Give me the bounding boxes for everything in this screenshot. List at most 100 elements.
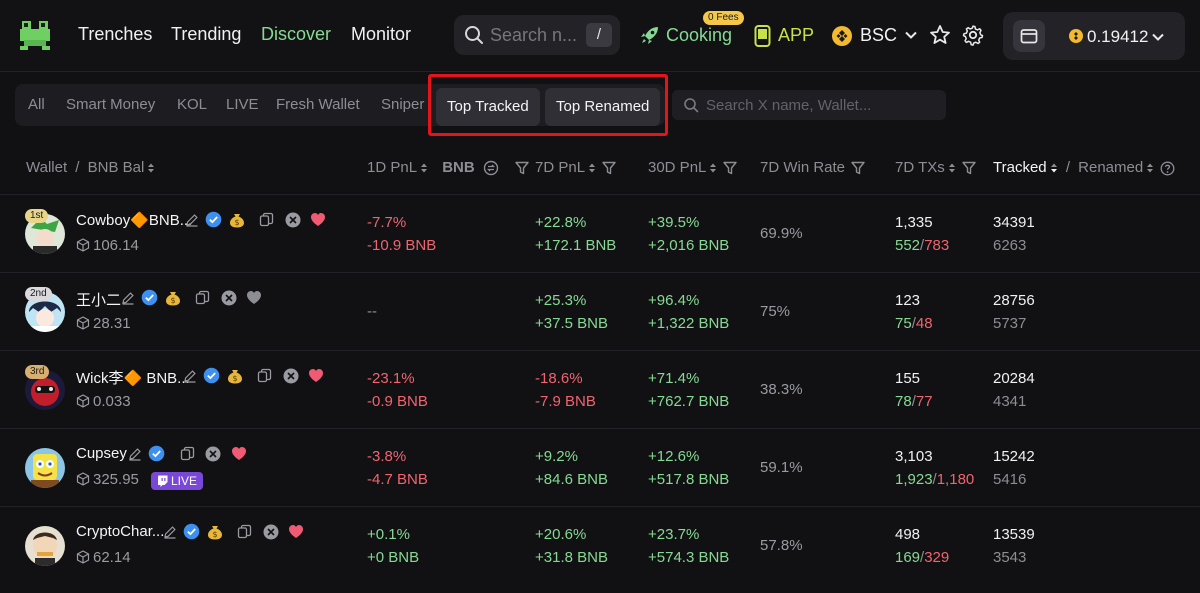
wallet-search[interactable] [672, 90, 946, 120]
col-tracked-renamed[interactable]: Tracked / Renamed [993, 159, 1175, 176]
wallet-balance-dropdown[interactable]: 0.19412 [1003, 12, 1185, 60]
col-1d-pnl[interactable]: 1D PnL BNB [367, 159, 529, 176]
renamed-count: 4341 [993, 393, 1027, 410]
col-7d-txs[interactable]: 7D TXs [895, 159, 976, 176]
bnb-cube-icon [76, 316, 90, 330]
heart-icon[interactable] [288, 524, 304, 539]
help-icon[interactable] [1160, 161, 1175, 176]
x-twitter-icon[interactable] [221, 290, 237, 306]
wallet-name[interactable]: Wick李🔶 BNB... [76, 367, 190, 388]
filter-tab-sniper[interactable]: Sniper [381, 96, 424, 113]
table-row[interactable]: CryptoChar... $ 62.14 +0.1% +0 BNB +20.6… [0, 506, 1200, 593]
heart-icon[interactable] [308, 368, 324, 383]
money-bag-icon: $ [227, 370, 242, 384]
global-search-input[interactable] [490, 23, 586, 47]
renamed-count: 5737 [993, 315, 1027, 332]
x-twitter-icon[interactable] [285, 212, 301, 228]
nav-trenches[interactable]: Trenches [78, 24, 152, 45]
pnl-30d-percent: +96.4% [648, 292, 700, 309]
col-wallet[interactable]: Wallet / BNB Bal [26, 159, 155, 176]
copy-icon[interactable] [257, 368, 272, 383]
table-row[interactable]: 3rd Wick李🔶 BNB... $ 0.033 -23.1% -0.9 BN… [0, 350, 1200, 428]
pnl-1d-bnb: -10.9 BNB [367, 237, 437, 254]
heart-icon[interactable] [310, 212, 326, 227]
filter-tab-smart-money[interactable]: Smart Money [66, 96, 155, 113]
star-icon[interactable] [929, 24, 951, 46]
nav-trending[interactable]: Trending [171, 24, 241, 45]
sort-desc-icon[interactable] [1050, 162, 1058, 174]
txs-buy-sell: 169/329 [895, 549, 950, 566]
table-row[interactable]: 1st Cowboy🔶BNB... $ 106.14 -7.7% -10.9 B… [0, 194, 1200, 272]
copy-icon[interactable] [237, 524, 252, 539]
filter-icon[interactable] [851, 161, 865, 175]
pnl-30d-bnb: +762.7 BNB [648, 393, 730, 410]
col-7d-win-rate[interactable]: 7D Win Rate [760, 159, 865, 176]
filter-tab-kol[interactable]: KOL [177, 96, 207, 113]
filter-icon[interactable] [515, 161, 529, 175]
pnl-1d-bnb: -4.7 BNB [367, 471, 428, 488]
twitch-icon [158, 475, 168, 487]
edit-pencil-icon[interactable] [121, 291, 135, 305]
wallet-name[interactable]: CryptoChar... [76, 523, 164, 540]
col-renamed-label[interactable]: Renamed [1078, 159, 1143, 176]
currency-switch-icon[interactable] [483, 160, 499, 176]
sort-icon[interactable] [147, 162, 155, 174]
table-row[interactable]: 2nd 王小二 $ 28.31 -- +25.3% +37.5 BNB +96.… [0, 272, 1200, 350]
bnb-balance-value: 0.033 [93, 393, 131, 410]
edit-pencil-icon[interactable] [183, 369, 197, 383]
edit-pencil-icon[interactable] [163, 525, 177, 539]
filter-tab-live[interactable]: LIVE [226, 96, 259, 113]
sort-icon[interactable] [1146, 162, 1154, 174]
copy-icon[interactable] [195, 290, 210, 305]
wallet-button[interactable] [1013, 20, 1045, 52]
x-twitter-icon[interactable] [205, 446, 221, 462]
sort-icon[interactable] [420, 162, 428, 174]
nav-discover[interactable]: Discover [261, 24, 331, 45]
copy-icon[interactable] [259, 212, 274, 227]
edit-pencil-icon[interactable] [128, 447, 142, 461]
filter-icon[interactable] [723, 161, 738, 175]
live-badge[interactable]: LIVE [151, 472, 204, 490]
bnb-balance: 0.033 [76, 393, 131, 410]
avatar[interactable] [25, 448, 65, 488]
frog-logo-icon[interactable] [18, 18, 52, 52]
sort-icon[interactable] [588, 162, 596, 174]
wallet-name[interactable]: Cupsey [76, 445, 127, 462]
heart-icon[interactable] [231, 446, 247, 461]
filter-tab-all[interactable]: All [28, 96, 45, 113]
txs-buys: 75 [895, 315, 912, 332]
x-twitter-icon[interactable] [283, 368, 299, 384]
wallet-badges: $ [163, 523, 306, 541]
col-30d-pnl[interactable]: 30D PnL [648, 159, 738, 176]
pnl-7d-percent: +20.6% [535, 526, 587, 543]
wallet-badges: $ [121, 289, 264, 307]
gear-icon[interactable] [962, 24, 984, 46]
pnl-7d-bnb: +31.8 BNB [535, 549, 608, 566]
table-row[interactable]: Cupsey 325.95 LIVE -3.8% -4.7 BNB +9.2% … [0, 428, 1200, 506]
avatar[interactable] [25, 526, 65, 566]
col-7d-pnl[interactable]: 7D PnL [535, 159, 616, 176]
wallet-name[interactable]: 王小二 [76, 289, 121, 310]
pnl-1d-percent: -23.1% [367, 370, 415, 387]
sort-icon[interactable] [709, 162, 717, 174]
heart-icon[interactable] [246, 290, 262, 305]
copy-icon[interactable] [180, 446, 195, 461]
edit-pencil-icon[interactable] [185, 213, 199, 227]
rank-badge: 2nd [25, 287, 52, 301]
global-search[interactable]: / [454, 15, 620, 55]
top-navbar: Trenches Trending Discover Monitor / Coo… [0, 0, 1200, 72]
txs-sells: 1,180 [936, 471, 975, 488]
col-tracked-label[interactable]: Tracked [993, 159, 1047, 176]
wallet-search-input[interactable] [706, 95, 934, 115]
chevron-down-icon [905, 31, 917, 39]
filter-tab-fresh-wallet[interactable]: Fresh Wallet [276, 96, 360, 113]
pnl-1d-percent: -3.8% [367, 448, 407, 465]
col-bnb-bal-label[interactable]: BNB Bal [88, 159, 145, 176]
wallet-name[interactable]: Cowboy🔶BNB... [76, 211, 192, 229]
bnb-balance-value: 325.95 [93, 471, 139, 488]
filter-icon[interactable] [962, 161, 976, 175]
filter-icon[interactable] [602, 161, 616, 175]
x-twitter-icon[interactable] [263, 524, 279, 540]
sort-icon[interactable] [948, 162, 956, 174]
nav-monitor[interactable]: Monitor [351, 24, 411, 45]
